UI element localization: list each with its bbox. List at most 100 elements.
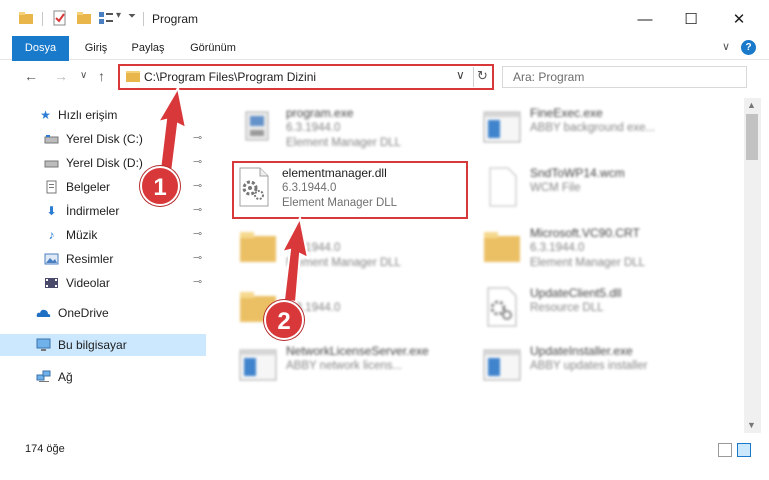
file-name: program.exe — [286, 106, 354, 120]
file-name: Microsoft.VC90.CRT — [530, 226, 640, 240]
new-folder-icon[interactable] — [76, 10, 92, 26]
chevron-down-icon[interactable]: ∨ — [456, 68, 465, 82]
file-item-sndtowp14-wcm[interactable]: SndToWP14.wcm WCM File — [482, 164, 722, 214]
customize-toolbar-icon[interactable]: ⏷ — [128, 11, 136, 22]
chevron-down-icon[interactable]: ▾ — [116, 10, 121, 21]
file-item-updateclient5-dll[interactable]: UpdateClient5.dll Resource DLL — [482, 284, 722, 334]
scroll-down-icon[interactable]: ▼ — [747, 420, 756, 430]
file-name: SndToWP14.wcm — [530, 166, 625, 180]
address-path[interactable]: C:\Program Files\Program Dizini — [144, 70, 316, 84]
sidebar-item-label: Resimler — [66, 252, 114, 266]
sidebar-item-label: Videolar — [66, 276, 110, 290]
sidebar-item-this-pc[interactable]: Bu bilgisayar — [0, 334, 206, 356]
address-bar[interactable]: C:\Program Files\Program Dizini ∨ ↻ — [118, 64, 494, 90]
details-view-icon[interactable] — [718, 443, 732, 457]
forward-button[interactable]: → — [54, 68, 68, 84]
file-item-program-exe[interactable]: program.exe 6.3.1944.0 Element Manager D… — [238, 104, 478, 154]
sidebar-item-label: Yerel Disk (C:) — [66, 132, 143, 146]
large-icons-view-icon[interactable] — [737, 443, 751, 457]
vertical-scrollbar[interactable]: ▲ ▼ — [744, 98, 761, 433]
divider — [143, 12, 144, 26]
navigation-pane: ★ Hızlı erişim Yerel Disk (C:) ⊸ Yerel D… — [0, 98, 210, 433]
sidebar-item-videos[interactable]: Videolar ⊸ — [0, 272, 206, 294]
tab-home[interactable]: Giriş — [76, 36, 116, 60]
blank-file-icon — [489, 167, 517, 207]
star-icon: ★ — [40, 108, 51, 122]
help-icon[interactable]: ? — [741, 40, 756, 55]
file-item-updateinstaller-exe[interactable]: UpdateInstaller.exe ABBY updates install… — [482, 342, 722, 392]
dll-gear-icon — [487, 287, 517, 327]
network-icon — [36, 370, 51, 382]
sidebar-item-label: İndirmeler — [66, 204, 120, 218]
tab-view[interactable]: Görünüm — [184, 36, 242, 60]
close-button[interactable]: ✕ — [716, 0, 762, 38]
sidebar-item-music[interactable]: ♪ Müzik ⊸ — [0, 224, 206, 246]
file-description: WCM File — [530, 182, 581, 194]
file-version: 6.3.1944.0 — [286, 122, 341, 134]
file-name: NetworkLicenseServer.exe — [286, 344, 429, 358]
scroll-up-icon[interactable]: ▲ — [747, 100, 756, 110]
scrollbar-thumb[interactable] — [746, 114, 758, 160]
sidebar-item-pictures[interactable]: Resimler ⊸ — [0, 248, 206, 270]
drive-icon — [44, 160, 59, 168]
back-button[interactable]: ← — [24, 68, 38, 84]
status-bar: 174 öğe — [0, 438, 769, 462]
properties-icon[interactable] — [52, 10, 68, 26]
pin-icon: ⊸ — [193, 228, 203, 240]
minimize-button[interactable]: — — [622, 0, 668, 38]
item-count: 174 öğe — [25, 443, 65, 455]
file-item-networklicenseserver-exe[interactable]: NetworkLicenseServer.exe ABBY network li… — [238, 342, 478, 392]
folder-icon — [240, 232, 276, 262]
sidebar-item-onedrive[interactable]: OneDrive — [0, 302, 206, 324]
expand-ribbon-icon[interactable]: ∨ — [722, 40, 730, 53]
app-window-icon — [483, 111, 521, 143]
folder-icon — [126, 71, 140, 82]
sidebar-item-local-disk-c[interactable]: Yerel Disk (C:) ⊸ — [0, 128, 206, 150]
file-item-folder[interactable]: 6.3.1944.0 Element Manager DLL — [238, 224, 478, 274]
view-options-icon[interactable] — [98, 10, 114, 26]
sidebar-item-label: Belgeler — [66, 180, 111, 194]
sidebar-item-local-disk-d[interactable]: Yerel Disk (D:) ⊸ — [0, 152, 206, 174]
app-window-icon — [239, 349, 277, 381]
file-name: FineExec.exe — [530, 106, 603, 120]
sidebar-item-label: Ağ — [58, 370, 73, 384]
sidebar-item-label: Bu bilgisayar — [58, 338, 127, 352]
refresh-button[interactable]: ↻ — [477, 68, 488, 84]
file-description: Element Manager DLL — [286, 257, 402, 269]
file-item-fineexec-exe[interactable]: FineExec.exe ABBY background exe... — [482, 104, 722, 154]
maximize-button[interactable]: ☐ — [668, 0, 714, 38]
divider — [42, 12, 43, 26]
folder-icon — [19, 12, 33, 24]
sidebar-item-network[interactable]: Ağ — [0, 366, 206, 388]
documents-icon — [46, 180, 57, 194]
drive-icon — [44, 135, 59, 144]
sidebar-item-label: Hızlı erişim — [58, 108, 118, 122]
search-placeholder: Ara: Program — [513, 70, 585, 84]
sidebar-item-downloads[interactable]: ⬇ İndirmeler ⊸ — [0, 200, 206, 222]
music-icon: ♪ — [48, 228, 55, 242]
tab-share[interactable]: Paylaş — [126, 36, 170, 60]
step-badge-1: 1 — [140, 166, 180, 206]
pin-icon: ⊸ — [193, 132, 203, 144]
file-item-microsoft-vc90-crt[interactable]: Microsoft.VC90.CRT 6.3.1944.0 Element Ma… — [482, 224, 722, 274]
pin-icon: ⊸ — [193, 180, 203, 192]
file-description: ABBY updates installer — [530, 360, 648, 372]
up-button[interactable]: ↑ — [98, 68, 105, 84]
pin-icon: ⊸ — [193, 252, 203, 264]
search-input[interactable]: Ara: Program — [502, 66, 747, 88]
recent-locations-button[interactable]: ∨ — [80, 70, 87, 81]
file-description: Resource DLL — [530, 302, 604, 314]
exe-icon — [245, 111, 269, 141]
video-icon — [45, 278, 58, 288]
file-name: UpdateInstaller.exe — [530, 344, 633, 358]
file-description: Element Manager DLL — [286, 137, 402, 149]
download-icon: ⬇ — [46, 204, 57, 218]
file-name: 4 — [286, 286, 293, 300]
file-name: UpdateClient5.dll — [530, 286, 622, 300]
step-badge-2: 2 — [264, 300, 304, 340]
pin-icon: ⊸ — [193, 156, 203, 168]
sidebar-item-quick-access[interactable]: ★ Hızlı erişim — [0, 104, 206, 126]
file-description: Element Manager DLL — [530, 257, 646, 269]
sidebar-item-label: Müzik — [66, 228, 98, 242]
title-bar: ▾ ⏷ Program — ☐ ✕ — [0, 0, 769, 38]
